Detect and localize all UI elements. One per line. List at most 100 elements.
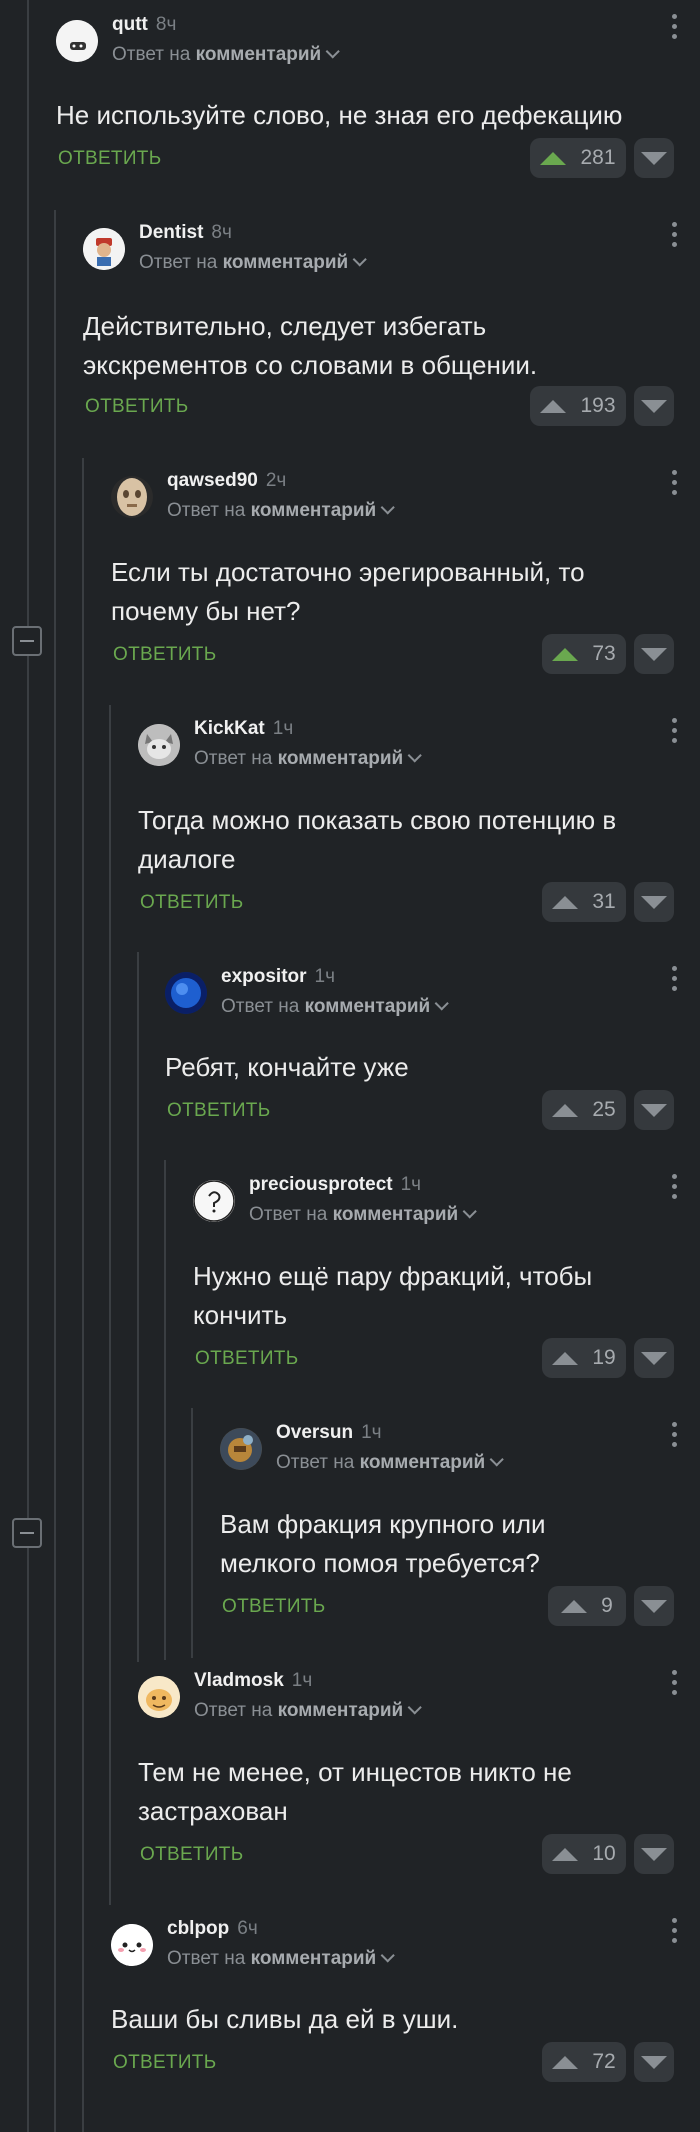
comment: Dentist 8ч Ответ на комментарий Действите… [83,222,700,432]
chevron-down-icon [380,1948,396,1963]
comment-text: Ваши бы сливы да ей в уши. [111,2004,459,2034]
downvote-button[interactable] [634,1338,674,1378]
reply-button[interactable]: ОТВЕТИТЬ [113,2052,216,2074]
reply-button[interactable]: ОТВЕТИТЬ [140,1844,243,1866]
reply-button[interactable]: ОТВЕТИТЬ [195,1348,298,1370]
username[interactable]: qutt [112,14,148,35]
avatar[interactable] [111,476,153,518]
downvote-button[interactable] [634,634,674,674]
collapse-thread-button[interactable] [12,626,42,656]
chevron-down-icon [352,252,368,267]
avatar[interactable] [56,20,98,62]
reply-button[interactable]: ОТВЕТИТЬ [113,644,216,666]
collapse-thread-button[interactable] [12,1518,42,1548]
username[interactable]: Dentist [139,222,203,243]
more-options-icon[interactable] [672,1918,678,1948]
downvote-icon [641,647,667,661]
reply-to[interactable]: Ответ на комментарий [194,1700,423,1722]
more-options-icon[interactable] [672,1670,678,1700]
reply-to[interactable]: Ответ на комментарий [139,252,368,274]
upvote-button[interactable]: 31 [542,882,626,922]
chevron-down-icon [325,44,341,59]
reply-to[interactable]: Ответ на комментарий [167,500,396,522]
username[interactable]: expositor [221,966,307,987]
downvote-button[interactable] [634,1090,674,1130]
avatar[interactable] [83,228,125,270]
comment-header: KickKat 1ч [194,718,293,740]
reply-button[interactable]: ОТВЕТИТЬ [140,892,243,914]
avatar[interactable] [220,1428,262,1470]
reply-to[interactable]: Ответ на комментарий [221,996,450,1018]
reply-button[interactable]: ОТВЕТИТЬ [167,1100,270,1122]
dentist-avatar-icon [83,228,125,270]
username[interactable]: preciousprotect [249,1174,393,1195]
comment: qutt 8ч Ответ на комментарий Не используй… [56,14,700,184]
upvote-icon [552,1847,579,1861]
avatar[interactable] [111,1924,153,1966]
downvote-button[interactable] [634,882,674,922]
upvote-button[interactable]: 10 [542,1834,626,1874]
downvote-button[interactable] [634,386,674,426]
timestamp: 2ч [265,470,287,491]
comment-text: Тем не менее, от инцестов никто не застр… [138,1757,572,1826]
timestamp: 1ч [291,1670,313,1691]
reply-to[interactable]: Ответ на комментарий [194,748,423,770]
downvote-button[interactable] [634,1586,674,1626]
timestamp: 1ч [361,1422,382,1443]
username[interactable]: Vladmosk [194,1670,284,1691]
reply-to[interactable]: Ответ на комментарий [249,1204,478,1226]
reply-to[interactable]: Ответ на комментарий [276,1452,505,1474]
reply-button[interactable]: ОТВЕТИТЬ [85,396,188,418]
vote-controls: 281 [530,138,674,178]
upvote-icon [540,151,567,165]
comment-text: Не используйте слово, не зная его дефека… [56,100,623,130]
more-options-icon[interactable] [672,222,678,252]
avatar[interactable] [165,972,207,1014]
comment: preciousprotect 1ч Ответ на комментарий Н… [193,1174,700,1384]
reply-to[interactable]: Ответ на комментарий [112,44,341,66]
downvote-button[interactable] [634,138,674,178]
username[interactable]: KickKat [194,718,265,739]
upvote-button[interactable]: 72 [542,2042,626,2082]
vote-count: 73 [592,642,616,665]
downvote-icon [641,399,667,413]
more-options-icon[interactable] [672,1422,678,1452]
comment-text: Ребят, кончайте уже [165,1052,409,1082]
more-options-icon[interactable] [672,1174,678,1204]
downvote-button[interactable] [634,1834,674,1874]
reply-button[interactable]: ОТВЕТИТЬ [58,148,161,170]
thread-line [191,1408,193,1658]
upvote-button[interactable]: 19 [542,1338,626,1378]
ghost-face-icon [56,20,98,62]
comment-header: cblpop 6ч [167,1918,258,1940]
upvote-button[interactable]: 193 [530,386,626,426]
chevron-down-icon [462,1204,478,1219]
username[interactable]: Oversun [276,1422,353,1443]
avatar[interactable] [138,1676,180,1718]
reply-to[interactable]: Ответ на комментарий [167,1948,396,1970]
more-options-icon[interactable] [672,470,678,500]
comment: KickKat 1ч Ответ на комментарий Тогда мож… [138,718,700,928]
chevron-down-icon [434,996,450,1011]
downvote-icon [641,2055,667,2069]
username[interactable]: qawsed90 [167,470,258,491]
comment: expositor 1ч Ответ на комментарий Ребят, … [165,966,700,1136]
upvote-button[interactable]: 25 [542,1090,626,1130]
upvote-icon [561,1599,588,1613]
reply-button[interactable]: ОТВЕТИТЬ [222,1596,325,1618]
avatar[interactable] [193,1180,235,1222]
upvote-button[interactable]: 73 [542,634,626,674]
downvote-button[interactable] [634,2042,674,2082]
upvote-button[interactable]: 281 [530,138,626,178]
timestamp: 8ч [211,222,232,243]
upvote-button[interactable]: 9 [548,1586,626,1626]
username[interactable]: cblpop [167,1918,229,1939]
more-options-icon[interactable] [672,966,678,996]
more-options-icon[interactable] [672,14,678,44]
avatar[interactable] [138,724,180,766]
vote-controls: 72 [542,2042,674,2082]
vote-controls: 25 [542,1090,674,1130]
vote-count: 31 [592,890,616,913]
more-options-icon[interactable] [672,718,678,748]
chevron-down-icon [489,1452,505,1467]
